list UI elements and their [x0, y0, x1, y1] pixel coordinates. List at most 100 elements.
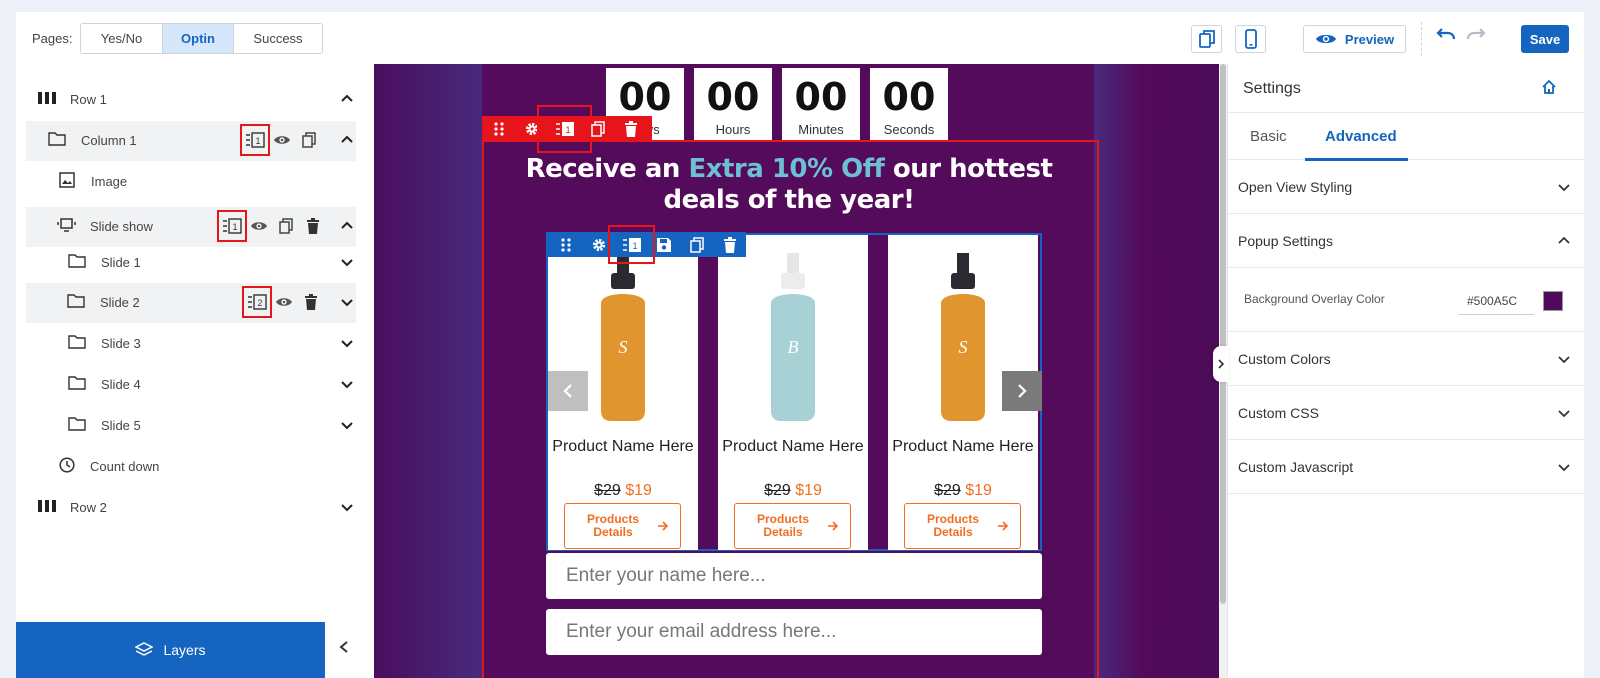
delete-button[interactable] [713, 232, 746, 257]
delete-button[interactable] [614, 116, 647, 142]
trash-icon [723, 236, 736, 253]
duplicate-button[interactable] [581, 116, 614, 142]
page-tab-success[interactable]: Success [234, 24, 322, 53]
visibility-toggle[interactable] [272, 129, 292, 151]
new-price: $19 [795, 482, 822, 499]
move-to-slide-button[interactable]: 2 [242, 286, 272, 318]
countdown-value: 00 [794, 75, 848, 119]
duplicate-button[interactable] [299, 129, 319, 151]
section-custom-javascript[interactable]: Custom Javascript [1228, 440, 1585, 494]
overlay-color-input[interactable]: #500A5C [1459, 286, 1534, 315]
cta-label: Products Details [926, 512, 979, 539]
product-details-button[interactable]: Products Details [734, 503, 851, 549]
layer-image[interactable]: Image [26, 162, 356, 202]
chevron-up-icon[interactable] [340, 219, 354, 233]
product-details-button[interactable]: Products Details [564, 503, 681, 549]
section-custom-css[interactable]: Custom CSS [1228, 386, 1585, 440]
layer-row-2[interactable]: Row 2 [26, 488, 356, 528]
slider-prev-button[interactable] [548, 371, 588, 411]
move-to-slide-button[interactable]: 1 [537, 105, 592, 153]
page-tab-yes-no[interactable]: Yes/No [81, 24, 163, 53]
old-price: $29 [934, 482, 961, 499]
chevron-down-icon[interactable] [340, 418, 354, 432]
section-popup-settings[interactable]: Popup Settings [1228, 214, 1585, 268]
layer-slide-3[interactable]: Slide 3 [26, 324, 356, 364]
product-details-button[interactable]: Products Details [904, 503, 1021, 549]
layer-row-1[interactable]: Row 1 [26, 80, 356, 120]
duplicate-button[interactable] [276, 215, 296, 237]
move-to-slide-button[interactable]: 1 [608, 225, 655, 264]
section-title: Custom Javascript [1238, 459, 1354, 475]
drag-handle[interactable] [550, 232, 583, 257]
tab-advanced[interactable]: Advanced [1325, 128, 1397, 145]
mobile-icon [1244, 29, 1257, 49]
chevron-down-icon[interactable] [340, 336, 354, 350]
duplicate-button[interactable] [681, 232, 714, 257]
layer-slideshow[interactable]: Slide show 1 [26, 207, 356, 247]
settings-button[interactable] [515, 116, 548, 142]
slider-next-button[interactable] [1002, 371, 1042, 411]
name-input[interactable]: Enter your name here... [546, 553, 1042, 599]
trash-icon [305, 294, 317, 310]
overlay-color-label: Background Overlay Color [1244, 292, 1385, 306]
overlay-color-swatch[interactable] [1543, 291, 1563, 311]
countdown-seconds[interactable]: 00 Seconds [870, 68, 948, 142]
layer-slide-4[interactable]: Slide 4 [26, 365, 356, 405]
row-icon [38, 500, 56, 512]
layer-slide-1[interactable]: Slide 1 [26, 243, 356, 283]
mobile-view-button[interactable] [1235, 25, 1266, 53]
product-card[interactable]: B Product Name Here $29 $19 Products Det… [718, 235, 868, 550]
layer-slide-2[interactable]: Slide 2 2 [26, 283, 356, 323]
headline[interactable]: Receive an Extra 10% Off our hottest dea… [524, 154, 1054, 216]
layer-actions: 1 [217, 210, 323, 242]
layer-countdown[interactable]: Count down [26, 447, 356, 487]
redo-icon[interactable] [1466, 27, 1486, 41]
countdown-hours[interactable]: 00 Hours [694, 68, 772, 142]
folder-icon [68, 254, 86, 268]
folder-icon [68, 376, 86, 390]
tab-basic[interactable]: Basic [1250, 128, 1287, 145]
chevron-down-icon [1558, 184, 1570, 192]
visibility-toggle[interactable] [274, 291, 294, 313]
countdown-minutes[interactable]: 00 Minutes [782, 68, 860, 142]
section-open-view-styling[interactable]: Open View Styling [1228, 160, 1585, 214]
chevron-down-icon[interactable] [340, 295, 354, 309]
eye-icon [251, 222, 267, 230]
section-custom-colors[interactable]: Custom Colors [1228, 332, 1585, 386]
settings-collapse-toggle[interactable] [1213, 346, 1229, 382]
countdown-label: Seconds [883, 122, 935, 137]
chevron-down-icon[interactable] [340, 500, 354, 514]
email-input[interactable]: Enter your email address here... [546, 609, 1042, 655]
home-icon[interactable] [1541, 79, 1557, 95]
headline-text: Receive an [525, 154, 689, 184]
canvas-gutter-left [374, 64, 482, 678]
move-to-slide-button[interactable]: 1 [240, 124, 270, 156]
chevron-up-icon[interactable] [340, 92, 354, 106]
move-to-slide-button[interactable]: 1 [217, 210, 247, 242]
page-tab-optin[interactable]: Optin [163, 24, 234, 53]
delete-button[interactable] [303, 215, 323, 237]
chevron-down-icon[interactable] [340, 255, 354, 269]
layer-slide-5[interactable]: Slide 5 [26, 406, 356, 446]
layer-actions: 2 [242, 286, 321, 318]
scrollbar-thumb[interactable] [1220, 64, 1226, 604]
visibility-toggle[interactable] [249, 215, 269, 237]
chevron-up-icon[interactable] [340, 133, 354, 147]
copy-layout-button[interactable] [1191, 25, 1222, 53]
undo-icon[interactable] [1436, 27, 1456, 41]
arrow-right-icon [828, 521, 839, 531]
save-element-button[interactable] [648, 232, 681, 257]
layers-tab[interactable]: Layers [16, 622, 325, 678]
settings-button[interactable] [583, 232, 616, 257]
layer-label: Slide 2 [100, 295, 140, 310]
save-button[interactable]: Save [1521, 25, 1569, 53]
clock-icon [59, 457, 75, 473]
product-price: $29 $19 [548, 482, 698, 500]
layer-column-1[interactable]: Column 1 1 [26, 121, 356, 161]
chevron-down-icon[interactable] [340, 377, 354, 391]
chevron-right-icon [1018, 384, 1027, 398]
preview-button[interactable]: Preview [1303, 25, 1406, 53]
drag-handle[interactable] [482, 116, 515, 142]
collapse-panel-icon[interactable] [338, 640, 350, 654]
delete-button[interactable] [301, 291, 321, 313]
